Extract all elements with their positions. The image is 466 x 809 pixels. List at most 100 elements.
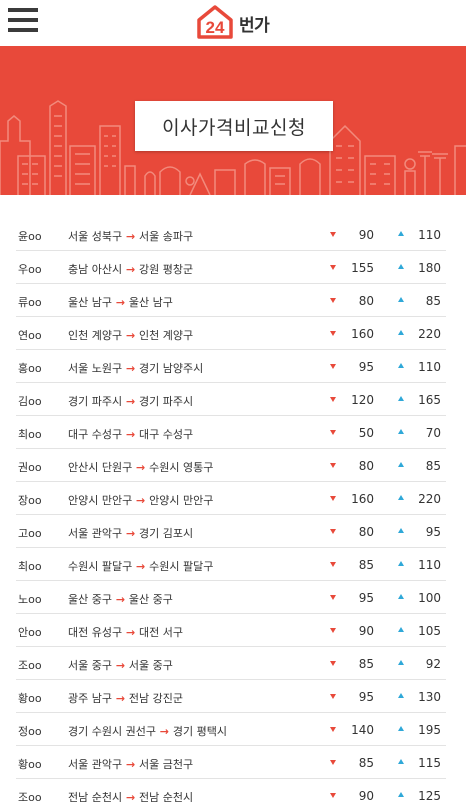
triangle-down-icon bbox=[330, 595, 336, 600]
high-price: 220 bbox=[418, 492, 441, 506]
banner-title-box[interactable]: 이사가격비교신청 bbox=[135, 101, 333, 151]
list-item: 김oo 경기 파주시 → 경기 파주시 120 165 bbox=[16, 383, 446, 416]
high-price: 110 bbox=[418, 228, 441, 242]
customer-name: 류oo bbox=[18, 296, 42, 309]
arrow-right-icon: → bbox=[111, 659, 129, 672]
high-price: 220 bbox=[418, 327, 441, 341]
route-to: 경기 남양주시 bbox=[139, 362, 204, 375]
triangle-down-icon bbox=[330, 760, 336, 765]
customer-name: 황oo bbox=[18, 692, 42, 705]
low-price: 50 bbox=[358, 426, 374, 440]
low-price: 95 bbox=[358, 591, 374, 605]
move-route: 광주 남구 → 전남 강진군 bbox=[68, 690, 183, 706]
arrow-right-icon: → bbox=[122, 626, 139, 639]
triangle-down-icon bbox=[330, 529, 336, 534]
banner-title: 이사가격비교신청 bbox=[162, 116, 306, 139]
list-item: 조oo 전남 순천시 → 전남 순천시 90 125 bbox=[16, 779, 446, 809]
triangle-down-icon bbox=[330, 397, 336, 402]
high-price: 195 bbox=[418, 723, 441, 737]
triangle-down-icon bbox=[330, 793, 336, 798]
route-from: 대구 수성구 bbox=[68, 428, 123, 441]
route-from: 서울 관악구 bbox=[68, 758, 123, 771]
route-from: 경기 수원시 권선구 bbox=[68, 725, 156, 738]
hero-banner: 이사가격비교신청 bbox=[0, 46, 466, 195]
customer-name: 연oo bbox=[18, 329, 42, 342]
triangle-up-icon bbox=[398, 330, 404, 335]
high-price: 130 bbox=[418, 690, 441, 704]
route-to: 서울 송파구 bbox=[139, 230, 194, 243]
low-price: 160 bbox=[351, 327, 374, 341]
triangle-up-icon bbox=[398, 264, 404, 269]
customer-name: 고oo bbox=[18, 527, 42, 540]
list-item: 우oo 충남 아산시 → 강원 평창군 155 180 bbox=[16, 251, 446, 284]
triangle-up-icon bbox=[398, 528, 404, 533]
house-logo-icon: 24 bbox=[197, 5, 233, 39]
arrow-right-icon: → bbox=[111, 296, 129, 309]
list-item: 황oo 서울 관악구 → 서울 금천구 85 115 bbox=[16, 746, 446, 779]
customer-name: 조oo bbox=[18, 659, 42, 672]
high-price: 110 bbox=[418, 360, 441, 374]
route-from: 충남 아산시 bbox=[68, 263, 123, 276]
route-from: 대전 유성구 bbox=[68, 626, 123, 639]
triangle-up-icon bbox=[398, 792, 404, 797]
customer-name: 우oo bbox=[18, 263, 42, 276]
triangle-down-icon bbox=[330, 430, 336, 435]
route-to: 전남 순천시 bbox=[139, 791, 194, 804]
high-price: 165 bbox=[418, 393, 441, 407]
move-route: 서울 노원구 → 경기 남양주시 bbox=[68, 360, 203, 376]
triangle-up-icon bbox=[398, 660, 404, 665]
customer-name: 황oo bbox=[18, 758, 42, 771]
customer-name: 조oo bbox=[18, 791, 42, 804]
triangle-up-icon bbox=[398, 561, 404, 566]
list-item: 최oo 수원시 팔달구 → 수원시 팔달구 85 110 bbox=[16, 548, 446, 581]
triangle-up-icon bbox=[398, 594, 404, 599]
customer-name: 최oo bbox=[18, 428, 42, 441]
list-item: 황oo 광주 남구 → 전남 강진군 95 130 bbox=[16, 680, 446, 713]
list-item: 안oo 대전 유성구 → 대전 서구 90 105 bbox=[16, 614, 446, 647]
low-price: 80 bbox=[358, 459, 374, 473]
move-route: 대전 유성구 → 대전 서구 bbox=[68, 624, 183, 640]
customer-name: 안oo bbox=[18, 626, 42, 639]
high-price: 105 bbox=[418, 624, 441, 638]
move-route: 서울 중구 → 서울 중구 bbox=[68, 657, 173, 673]
customer-name: 장oo bbox=[18, 494, 42, 507]
arrow-right-icon: → bbox=[155, 725, 173, 738]
low-price: 85 bbox=[358, 756, 374, 770]
move-route: 울산 중구 → 울산 중구 bbox=[68, 591, 173, 607]
triangle-up-icon bbox=[398, 693, 404, 698]
route-to: 경기 평택시 bbox=[172, 725, 227, 738]
arrow-right-icon: → bbox=[122, 395, 139, 408]
customer-name: 최oo bbox=[18, 560, 42, 573]
move-route: 안양시 만안구 → 안양시 만안구 bbox=[68, 492, 213, 508]
route-to: 안양시 만안구 bbox=[149, 494, 214, 507]
logo[interactable]: 24 번가 bbox=[196, 3, 276, 41]
arrow-right-icon: → bbox=[122, 428, 139, 441]
high-price: 70 bbox=[425, 426, 441, 440]
arrow-right-icon: → bbox=[132, 461, 150, 474]
route-from: 수원시 팔달구 bbox=[68, 560, 133, 573]
route-to: 수원시 영통구 bbox=[149, 461, 214, 474]
triangle-down-icon bbox=[330, 364, 336, 369]
top-bar: 24 번가 bbox=[0, 0, 466, 46]
route-from: 전남 순천시 bbox=[68, 791, 123, 804]
triangle-down-icon bbox=[330, 463, 336, 468]
low-price: 160 bbox=[351, 492, 374, 506]
customer-name: 홍oo bbox=[18, 362, 42, 375]
low-price: 140 bbox=[351, 723, 374, 737]
hamburger-menu-icon[interactable] bbox=[8, 6, 38, 34]
route-from: 서울 노원구 bbox=[68, 362, 123, 375]
route-to: 인천 계양구 bbox=[139, 329, 194, 342]
triangle-up-icon bbox=[398, 231, 404, 236]
triangle-up-icon bbox=[398, 363, 404, 368]
high-price: 115 bbox=[418, 756, 441, 770]
triangle-down-icon bbox=[330, 331, 336, 336]
high-price: 125 bbox=[418, 789, 441, 803]
route-from: 안산시 단원구 bbox=[68, 461, 133, 474]
move-route: 경기 파주시 → 경기 파주시 bbox=[68, 393, 193, 409]
low-price: 120 bbox=[351, 393, 374, 407]
high-price: 180 bbox=[418, 261, 441, 275]
route-to: 대구 수성구 bbox=[139, 428, 194, 441]
high-price: 92 bbox=[425, 657, 441, 671]
move-route: 울산 남구 → 울산 남구 bbox=[68, 294, 173, 310]
customer-name: 권oo bbox=[18, 461, 42, 474]
